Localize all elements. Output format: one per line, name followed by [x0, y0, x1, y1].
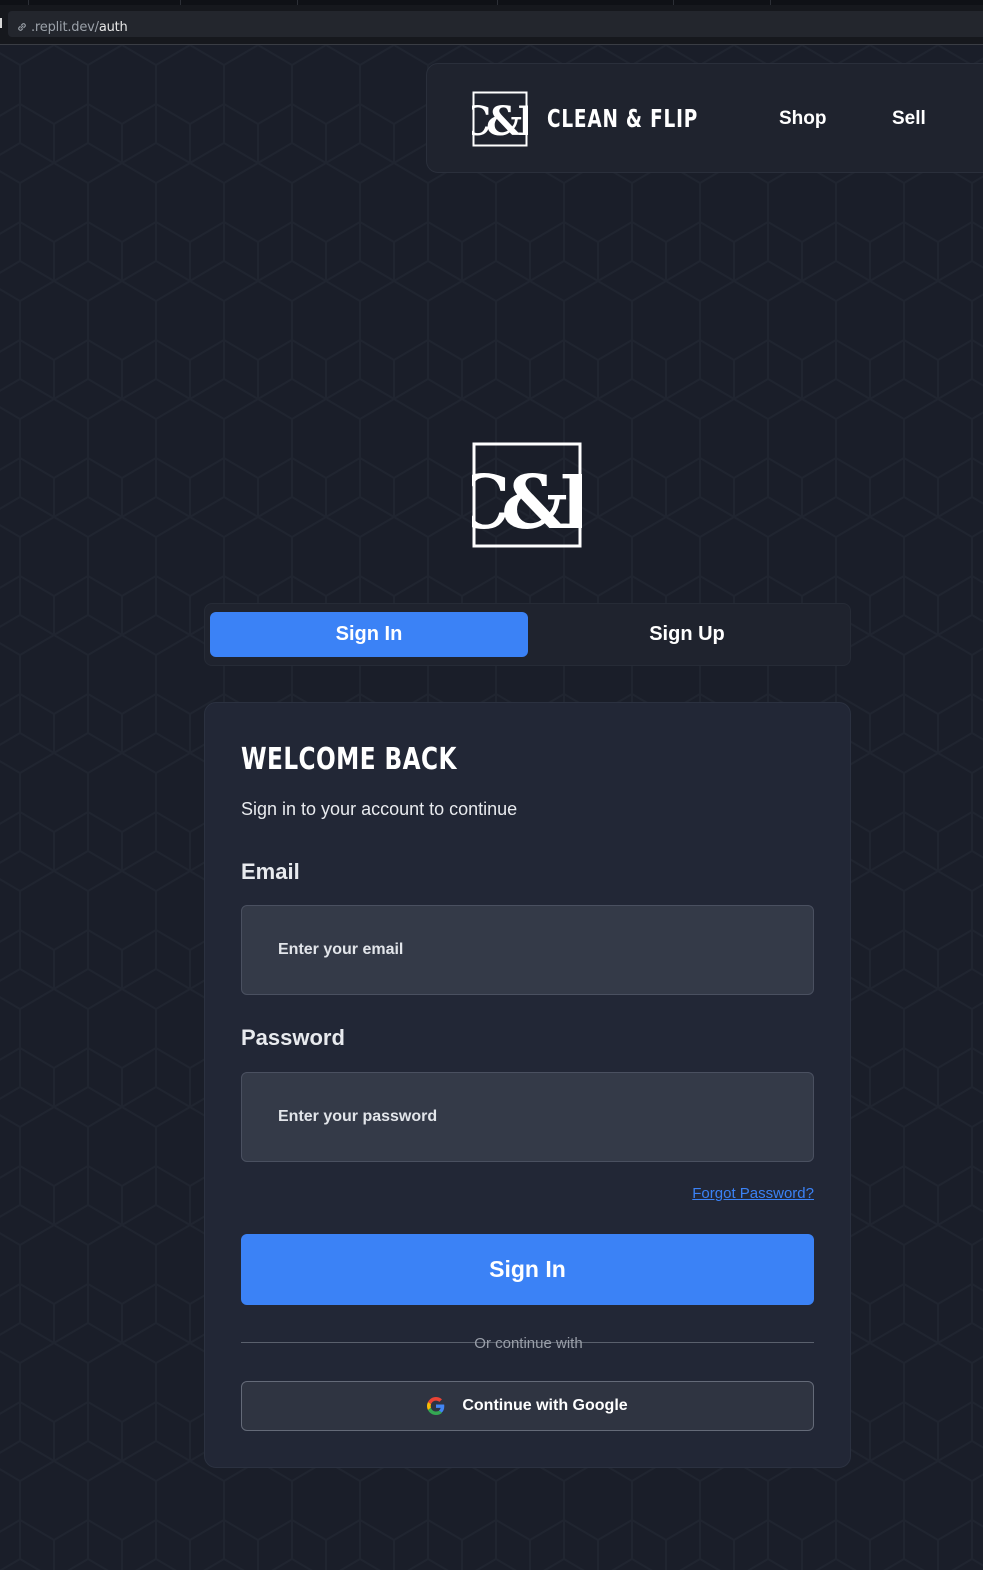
nav-shop-link[interactable]: Shop — [779, 108, 827, 130]
forgot-password-link[interactable]: Forgot Password? — [692, 1185, 814, 1203]
hero-logo-text: C&F — [472, 460, 582, 546]
password-field[interactable] — [241, 1072, 814, 1162]
google-icon — [427, 1397, 445, 1415]
site-header: C&F CLEAN & FLIP Shop Sell — [426, 63, 983, 173]
url-bar-edge — [0, 18, 2, 28]
header-logo-text: C&F — [472, 98, 528, 145]
cf-logo-icon: C&F — [472, 442, 582, 548]
card-title: WELCOME BACK — [241, 742, 457, 777]
url-host: .replit.dev/ — [31, 20, 99, 35]
tab-sign-up[interactable]: Sign Up — [528, 612, 846, 657]
tab-sign-in[interactable]: Sign In — [210, 612, 528, 657]
nav-sell-link[interactable]: Sell — [892, 108, 926, 130]
address-field[interactable] — [8, 11, 983, 37]
brand-name[interactable]: CLEAN & FLIP — [547, 104, 698, 134]
google-button-label: Continue with Google — [462, 1397, 628, 1414]
email-field[interactable] — [241, 905, 814, 995]
google-sign-in-button[interactable]: Continue with Google — [241, 1381, 814, 1431]
cf-logo-icon[interactable]: C&F — [472, 91, 528, 147]
link-icon — [18, 23, 26, 31]
card-subtitle: Sign in to your account to continue — [241, 799, 518, 819]
url-path: auth — [98, 20, 128, 35]
email-label: Email — [241, 859, 300, 884]
password-label: Password — [241, 1025, 345, 1050]
url-text[interactable]: .replit.dev/auth — [31, 20, 128, 36]
auth-tabs: Sign In Sign Up — [204, 603, 851, 666]
sign-in-card: WELCOME BACK Sign in to your account to … — [204, 702, 851, 1468]
browser-url-bar: .replit.dev/auth — [0, 5, 983, 45]
divider-text: Or continue with — [474, 1335, 583, 1352]
sign-in-button[interactable]: Sign In — [241, 1234, 814, 1305]
